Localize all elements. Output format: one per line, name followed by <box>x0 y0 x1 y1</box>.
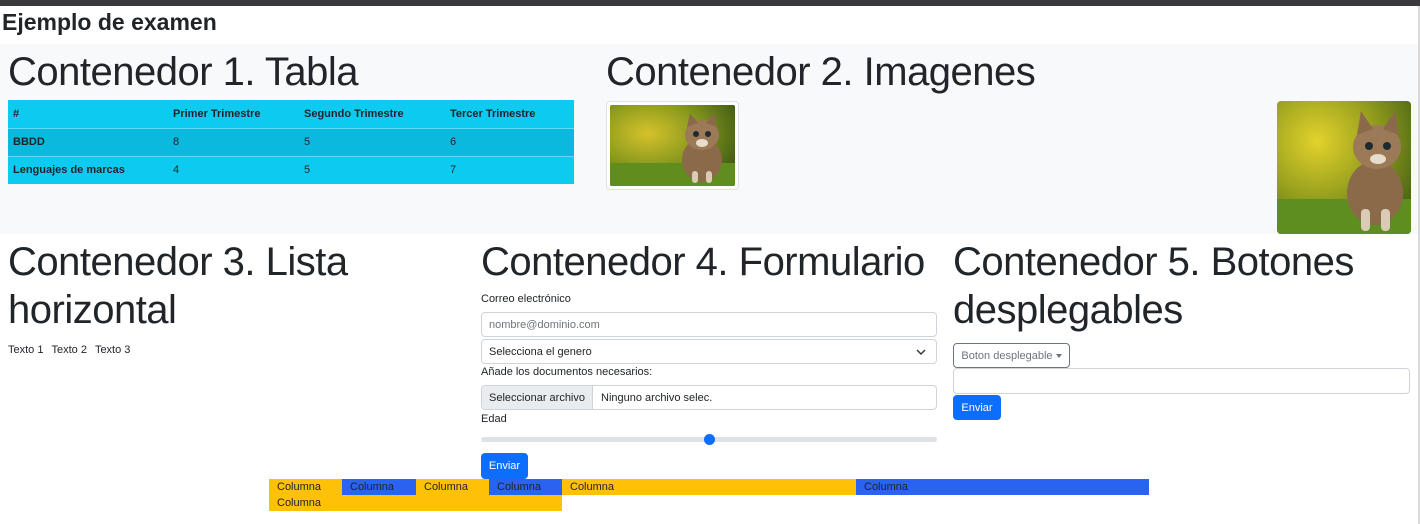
caret-down-icon <box>1055 353 1062 358</box>
list-item: Texto 2 <box>51 344 87 356</box>
grid-column: Columna <box>269 479 342 495</box>
dropdown-button-label: Boton desplegable <box>961 349 1053 362</box>
dropdown-button[interactable]: Boton desplegable <box>953 343 1070 368</box>
list-item: Texto 1 <box>8 344 44 356</box>
table-cell: 5 <box>299 128 445 156</box>
horizontal-list: Texto 1 Texto 2 Texto 3 <box>8 344 130 356</box>
gender-select[interactable]: Selecciona el genero <box>481 339 937 364</box>
kitten-large-picture <box>1277 101 1411 234</box>
age-slider[interactable] <box>481 434 937 445</box>
kitten-thumbnail-image <box>606 101 739 190</box>
choose-file-button[interactable]: Seleccionar archivo <box>482 386 593 409</box>
email-placeholder: nombre@dominio.com <box>489 318 600 331</box>
container1-title: Contenedor 1. Tabla <box>8 50 359 94</box>
age-slider-thumb[interactable] <box>703 434 715 445</box>
email-label: Correo electrónico <box>481 293 571 305</box>
table-row: BBDD 8 5 6 <box>8 128 574 156</box>
grid-column: Columna <box>856 479 1149 495</box>
gender-select-value: Selecciona el genero <box>489 345 592 358</box>
kitten-large-image <box>1277 101 1411 234</box>
age-label: Edad <box>481 413 507 425</box>
grid-column: Columna <box>342 479 416 495</box>
table-cell: 8 <box>168 128 299 156</box>
table-cell: 4 <box>168 156 299 184</box>
container3-title: Contenedor 3. Lista horizontal <box>8 240 348 332</box>
text-input[interactable] <box>953 368 1410 394</box>
table-header-cell: # <box>8 100 168 128</box>
list-item: Texto 3 <box>94 344 131 356</box>
file-status: Ninguno archivo selec. <box>601 391 713 404</box>
email-input[interactable]: nombre@dominio.com <box>481 312 937 337</box>
table-header-cell: Primer Trimestre <box>168 100 299 128</box>
container2-title: Contenedor 2. Imagenes <box>606 50 1036 94</box>
table-header-cell: Segundo Trimestre <box>299 100 445 128</box>
table-row-header: BBDD <box>8 128 168 156</box>
container5-title: Contenedor 5. Botones desplegables <box>953 240 1354 332</box>
grid-column: Columna <box>489 479 562 495</box>
table-cell: 5 <box>299 156 445 184</box>
table-row: Lenguajes de marcas 4 5 7 <box>8 156 574 184</box>
browser-top-bar <box>0 0 1420 6</box>
table-cell: 6 <box>445 128 574 156</box>
grid-column: Columna <box>562 479 856 495</box>
chevron-down-icon <box>916 349 926 356</box>
grid-column: Columna <box>416 479 489 495</box>
grades-table: # Primer Trimestre Segundo Trimestre Ter… <box>8 100 574 184</box>
form-submit-button[interactable]: Enviar <box>481 453 528 479</box>
file-input[interactable]: Seleccionar archivo Ninguno archivo sele… <box>481 385 937 410</box>
page-title: Ejemplo de examen <box>2 9 217 35</box>
dropdown-submit-button[interactable]: Enviar <box>953 395 1001 420</box>
table-header-cell: Tercer Trimestre <box>445 100 574 128</box>
container4-title: Contenedor 4. Formulario <box>481 240 925 284</box>
table-row-header: Lenguajes de marcas <box>8 156 168 184</box>
table-cell: 7 <box>445 156 574 184</box>
documents-label: Añade los documentos necesarios: <box>481 366 653 378</box>
table-header-row: # Primer Trimestre Segundo Trimestre Ter… <box>8 100 574 128</box>
grid-column: Columna <box>269 495 562 511</box>
kitten-thumbnail-picture <box>610 105 735 186</box>
